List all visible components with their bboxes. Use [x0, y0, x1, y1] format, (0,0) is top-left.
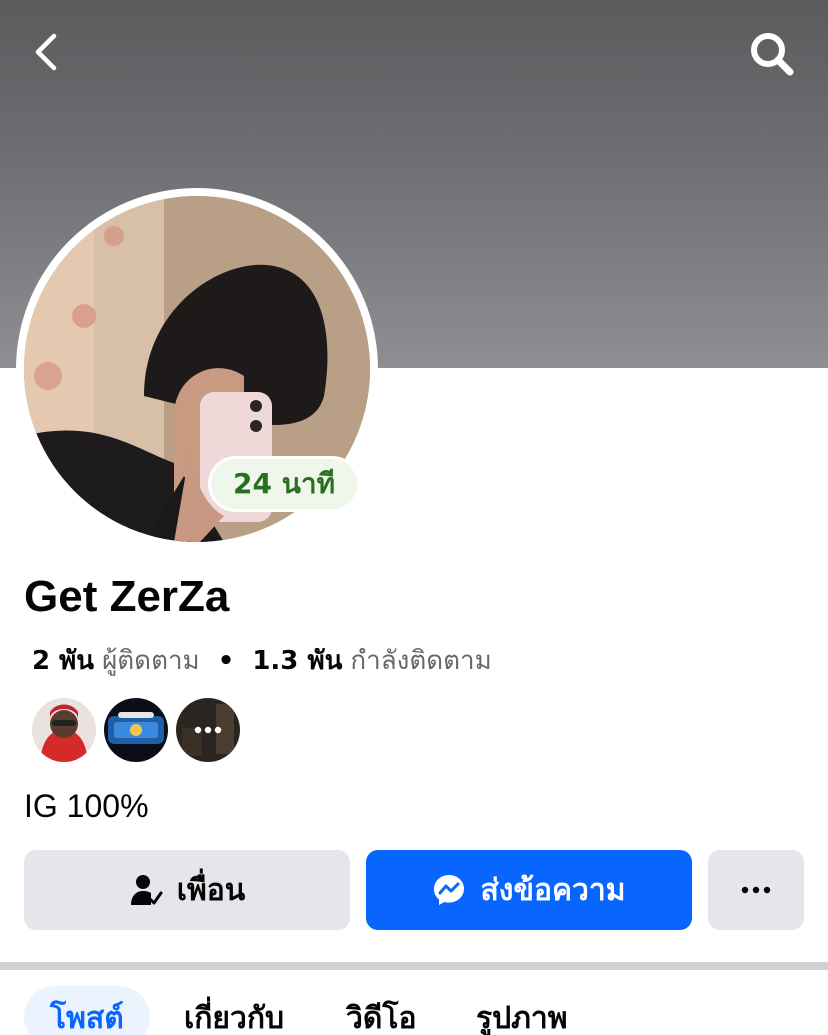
messenger-icon — [434, 875, 465, 905]
profile-name: Get ZerZa — [24, 572, 230, 621]
follow-stats: 2 พัน ผู้ติดตาม • 1.3 พัน กำลังติดตาม — [32, 640, 492, 681]
section-divider — [0, 962, 828, 970]
tab-videos[interactable]: วิดีโอ — [346, 986, 416, 1035]
tab-posts[interactable]: โพสต์ — [24, 986, 150, 1035]
following-count[interactable]: 1.3 พัน — [252, 640, 342, 681]
active-status-badge: 24 นาที — [208, 456, 361, 512]
mutual-friends — [32, 698, 240, 762]
back-button[interactable] — [26, 28, 70, 76]
send-message-label: ส่งข้อความ — [480, 872, 626, 908]
following-label[interactable]: กำลังติดตาม — [350, 640, 491, 681]
send-message-button[interactable]: ส่งข้อความ — [366, 850, 692, 930]
search-icon — [751, 33, 794, 76]
search-button[interactable] — [744, 26, 798, 80]
more-options-button[interactable] — [708, 850, 804, 930]
tab-photos[interactable]: รูปภาพ — [476, 986, 568, 1035]
profile-bio: IG 100% — [24, 788, 149, 824]
mutual-friend-avatar[interactable] — [32, 698, 96, 762]
mutual-friend-avatar[interactable] — [104, 698, 168, 762]
friends-button[interactable]: เพื่อน — [24, 850, 350, 930]
friends-button-label: เพื่อน — [176, 872, 246, 908]
more-mutual-friends-button[interactable] — [176, 698, 240, 762]
stats-separator: • — [217, 645, 235, 676]
followers-label[interactable]: ผู้ติดตาม — [102, 640, 200, 681]
chevron-left-icon — [35, 33, 57, 71]
followers-count[interactable]: 2 พัน — [32, 640, 94, 681]
tab-about[interactable]: เกี่ยวกับ — [184, 986, 284, 1035]
more-icon — [741, 886, 771, 894]
person-check-icon — [130, 875, 163, 905]
